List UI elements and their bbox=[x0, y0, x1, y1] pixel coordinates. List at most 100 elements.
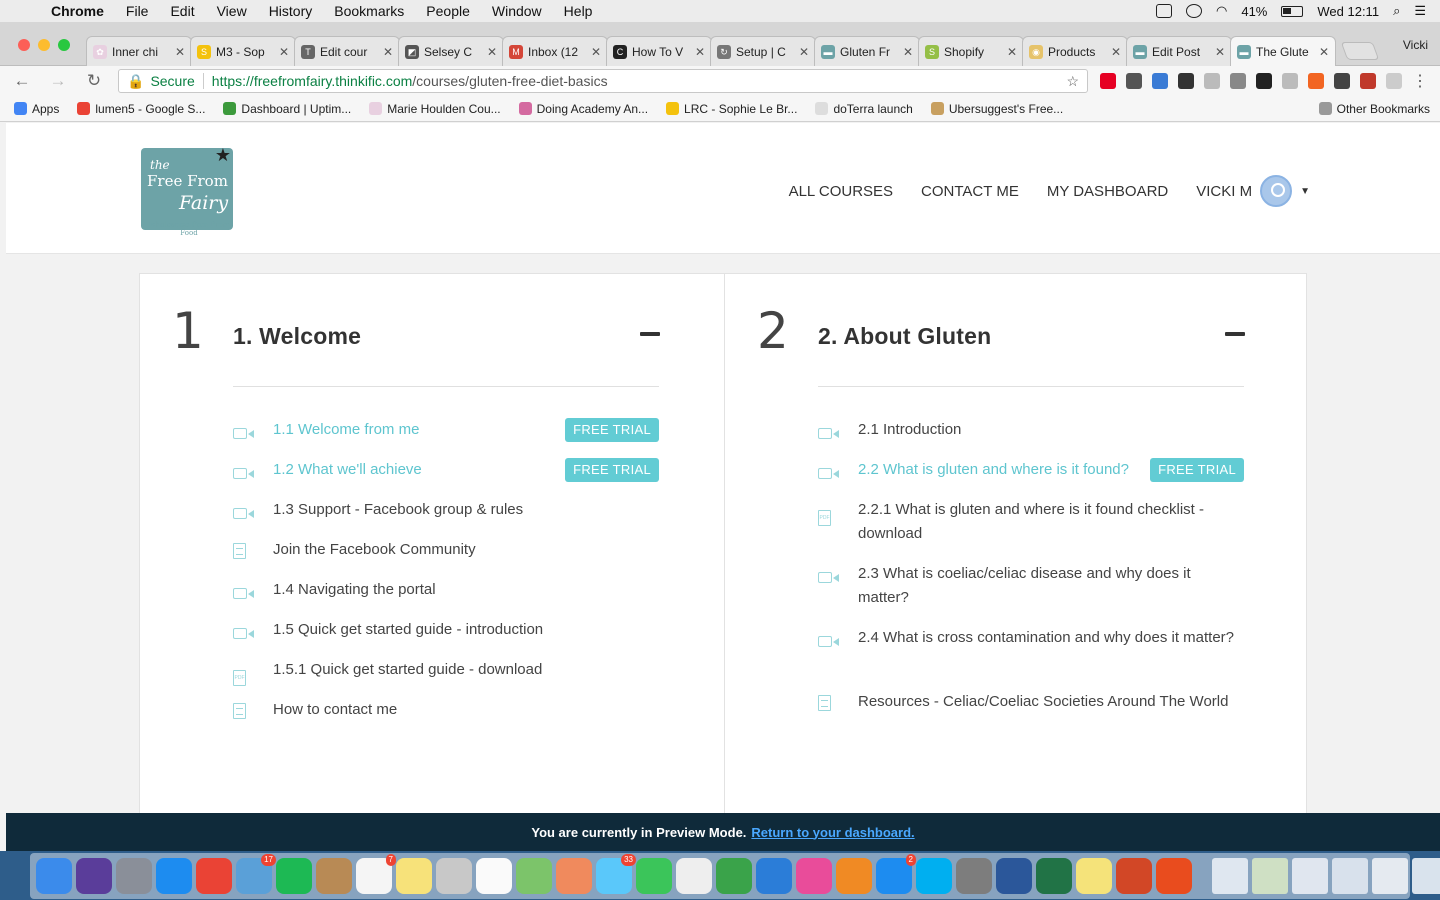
lesson-row[interactable]: 2.4 What is cross contamination and why … bbox=[818, 626, 1244, 690]
launchpad-icon[interactable] bbox=[116, 858, 152, 894]
bookmark-item[interactable]: Ubersuggest's Free... bbox=[930, 102, 1063, 116]
zoom-window-button[interactable] bbox=[58, 39, 70, 51]
bookmark-star-icon[interactable]: ☆ bbox=[1066, 73, 1079, 90]
extension-icon[interactable] bbox=[1178, 73, 1194, 89]
extension-icon[interactable] bbox=[1360, 73, 1376, 89]
forward-arrow-icon[interactable]: → bbox=[44, 71, 72, 91]
collapse-minus-icon[interactable] bbox=[1225, 332, 1245, 336]
tab-close-icon[interactable]: ✕ bbox=[1007, 45, 1017, 59]
browser-tab[interactable]: ◉ Products ✕ bbox=[1022, 36, 1128, 66]
extension-icon[interactable] bbox=[1204, 73, 1220, 89]
menu-history[interactable]: History bbox=[258, 3, 324, 19]
bookmark-item[interactable]: LRC - Sophie Le Br... bbox=[666, 102, 797, 116]
system-preferences-icon[interactable] bbox=[956, 858, 992, 894]
lesson-row[interactable]: How to contact me bbox=[233, 698, 659, 738]
chapter-title[interactable]: 1. Welcome bbox=[233, 323, 361, 350]
dock-stack-icon[interactable] bbox=[1372, 858, 1408, 894]
close-window-button[interactable] bbox=[18, 39, 30, 51]
bookmark-item[interactable]: Apps bbox=[14, 102, 59, 116]
extension-icon[interactable] bbox=[1386, 73, 1402, 89]
bookmark-item[interactable]: Dashboard | Uptim... bbox=[223, 102, 351, 116]
menu-bookmarks[interactable]: Bookmarks bbox=[323, 3, 415, 19]
menu-edit[interactable]: Edit bbox=[159, 3, 205, 19]
extension-icon[interactable] bbox=[1282, 73, 1298, 89]
menu-view[interactable]: View bbox=[206, 3, 258, 19]
messages-icon[interactable]: 33 bbox=[596, 854, 636, 894]
tab-close-icon[interactable]: ✕ bbox=[799, 45, 809, 59]
browser-tab[interactable]: ↻ Setup | C ✕ bbox=[710, 36, 816, 66]
calendar-icon[interactable]: 7 bbox=[356, 854, 396, 894]
excel-icon[interactable] bbox=[1036, 858, 1072, 894]
dock-stack-icon[interactable] bbox=[1332, 858, 1368, 894]
skype-icon[interactable] bbox=[916, 858, 952, 894]
extension-icon[interactable] bbox=[1126, 73, 1142, 89]
tab-close-icon[interactable]: ✕ bbox=[487, 45, 497, 59]
tab-close-icon[interactable]: ✕ bbox=[175, 45, 185, 59]
bookmark-item[interactable]: lumen5 - Google S... bbox=[77, 102, 205, 116]
textedit-icon[interactable] bbox=[676, 858, 712, 894]
site-logo[interactable]: the Free From Fairy ★ bbox=[141, 145, 233, 230]
nav-contact-me[interactable]: CONTACT ME bbox=[921, 183, 1019, 200]
lesson-row[interactable]: 2.1 Introduction bbox=[818, 418, 1244, 458]
profile-name[interactable]: Vicki bbox=[1403, 38, 1428, 52]
office-icon[interactable] bbox=[1156, 858, 1192, 894]
browser-tab[interactable]: ▬ Edit Post ✕ bbox=[1126, 36, 1232, 66]
dock-stack-icon[interactable] bbox=[1252, 858, 1288, 894]
nav-all-courses[interactable]: ALL COURSES bbox=[789, 183, 893, 200]
numbers-icon[interactable] bbox=[716, 858, 752, 894]
extension-icon[interactable] bbox=[1152, 73, 1168, 89]
photos-icon[interactable] bbox=[556, 858, 592, 894]
clock[interactable]: Wed 12:11 bbox=[1317, 4, 1379, 19]
browser-tab[interactable]: ▬ The Glute ✕ bbox=[1230, 36, 1336, 66]
chrome-icon[interactable] bbox=[196, 858, 232, 894]
lesson-row[interactable]: 1.2 What we'll achieve FREE TRIAL bbox=[233, 458, 659, 498]
lesson-row[interactable]: PDF 2.2.1 What is gluten and where is it … bbox=[818, 498, 1244, 562]
lesson-row[interactable]: 1.5 Quick get started guide - introducti… bbox=[233, 618, 659, 658]
dock-stack-icon[interactable] bbox=[1412, 858, 1440, 894]
minimize-window-button[interactable] bbox=[38, 39, 50, 51]
lesson-row[interactable]: 1.1 Welcome from me FREE TRIAL bbox=[233, 418, 659, 458]
spotify-icon[interactable] bbox=[276, 858, 312, 894]
mail-app-icon[interactable]: 17 bbox=[236, 854, 276, 894]
tab-close-icon[interactable]: ✕ bbox=[383, 45, 393, 59]
dock-stack-icon[interactable] bbox=[1292, 858, 1328, 894]
contacts-icon[interactable] bbox=[316, 858, 352, 894]
browser-tab[interactable]: ◩ Selsey C ✕ bbox=[398, 36, 504, 66]
new-tab-button[interactable] bbox=[1340, 42, 1380, 60]
extension-icon[interactable] bbox=[1308, 73, 1324, 89]
finder-icon[interactable] bbox=[36, 858, 72, 894]
menu-help[interactable]: Help bbox=[553, 3, 604, 19]
bookmark-item[interactable]: Doing Academy An... bbox=[518, 102, 648, 116]
itunes-icon[interactable] bbox=[796, 858, 832, 894]
time-machine-icon[interactable] bbox=[1186, 4, 1202, 18]
tab-close-icon[interactable]: ✕ bbox=[1319, 45, 1329, 59]
lesson-row[interactable]: Resources - Celiac/Coeliac Societies Aro… bbox=[818, 690, 1244, 754]
browser-tab[interactable]: ▬ Gluten Fr ✕ bbox=[814, 36, 920, 66]
user-menu[interactable]: VICKI M ▼ bbox=[1196, 175, 1310, 207]
address-bar[interactable]: 🔒 Secure https://freefromfairy.thinkific… bbox=[118, 69, 1088, 93]
chapter-title[interactable]: 2. About Gluten bbox=[818, 323, 991, 350]
extension-icon[interactable] bbox=[1256, 73, 1272, 89]
powerpoint-icon[interactable] bbox=[1116, 858, 1152, 894]
tab-close-icon[interactable]: ✕ bbox=[903, 45, 913, 59]
tab-close-icon[interactable]: ✕ bbox=[695, 45, 705, 59]
nav-my-dashboard[interactable]: MY DASHBOARD bbox=[1047, 183, 1168, 200]
lesson-row[interactable]: Join the Facebook Community bbox=[233, 538, 659, 578]
stickies-icon[interactable] bbox=[1076, 858, 1112, 894]
ibooks-icon[interactable] bbox=[836, 858, 872, 894]
chrome-menu-icon[interactable]: ⋮ bbox=[1412, 71, 1428, 91]
extension-icon[interactable] bbox=[1100, 73, 1116, 89]
lesson-row[interactable]: 2.3 What is coeliac/celiac disease and w… bbox=[818, 562, 1244, 626]
return-to-dashboard-link[interactable]: Return to your dashboard. bbox=[751, 825, 914, 840]
menu-window[interactable]: Window bbox=[481, 3, 553, 19]
browser-tab[interactable]: M Inbox (12 ✕ bbox=[502, 36, 608, 66]
reminders-icon[interactable] bbox=[476, 858, 512, 894]
spotlight-search-icon[interactable]: ⌕ bbox=[1393, 3, 1400, 19]
collapse-minus-icon[interactable] bbox=[640, 332, 660, 336]
browser-tab[interactable]: C How To V ✕ bbox=[606, 36, 712, 66]
siri-icon[interactable] bbox=[76, 858, 112, 894]
battery-percent[interactable]: 41% bbox=[1241, 4, 1267, 19]
wifi-icon[interactable]: ◠ bbox=[1216, 3, 1227, 19]
keynote-icon[interactable] bbox=[756, 858, 792, 894]
safari-icon[interactable] bbox=[156, 858, 192, 894]
